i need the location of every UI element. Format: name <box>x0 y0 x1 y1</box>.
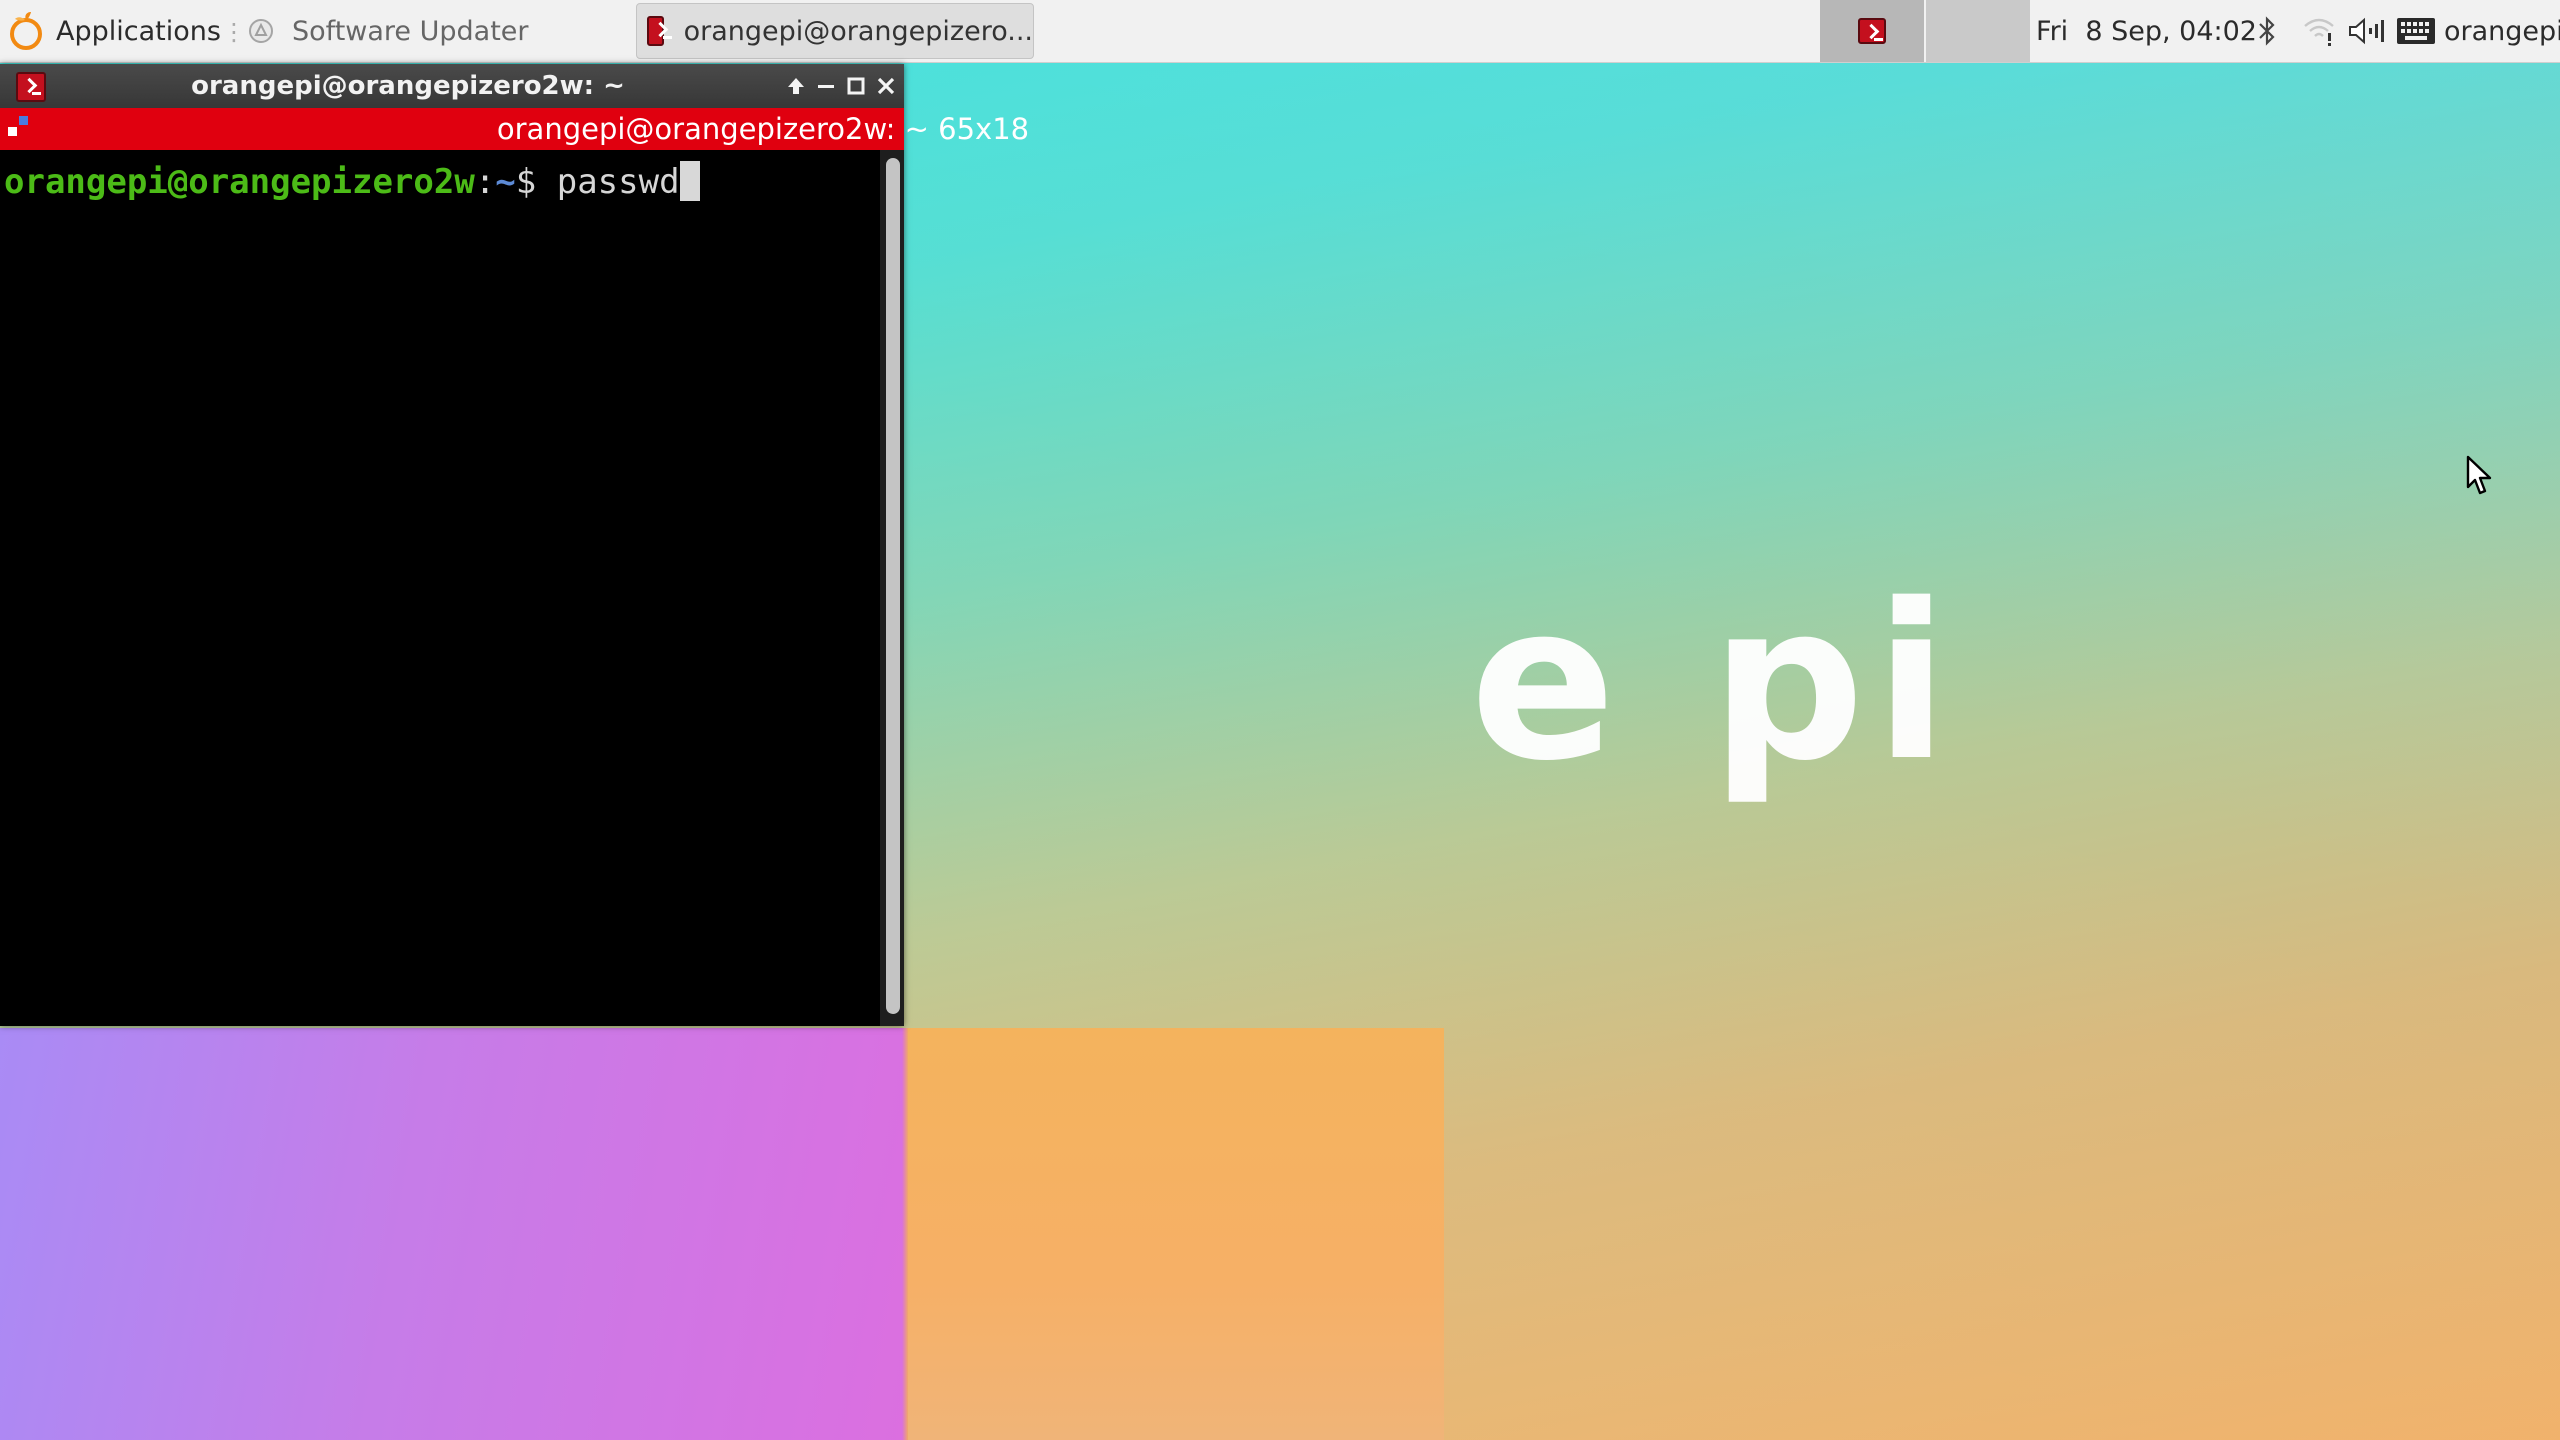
bluetooth-icon[interactable] <box>2256 0 2278 62</box>
workspace-switcher-1[interactable] <box>1820 0 1924 62</box>
terminal-icon <box>647 16 672 46</box>
window-titlebar[interactable]: orangepi@orangepizero2w: ~ <box>0 64 904 108</box>
volume-icon[interactable] <box>2346 0 2386 62</box>
orange-logo-icon <box>10 12 42 50</box>
taskbar-item-label: orangepi@orangepizero... <box>683 15 1033 47</box>
mouse-pointer-icon <box>2466 455 2492 495</box>
terminal-icon <box>1858 18 1886 44</box>
close-icon <box>877 77 895 95</box>
prompt-symbol: $ <box>515 162 557 202</box>
typed-command: passwd <box>556 162 680 202</box>
maximize-icon <box>847 77 865 95</box>
arrow-up-icon <box>788 78 804 94</box>
wifi-icon[interactable] <box>2302 0 2336 62</box>
terminal-header-text: orangepi@orangepizero2w: ~ 65x18 <box>496 112 1030 146</box>
software-updater-icon <box>249 19 273 43</box>
wallpaper-orange-band <box>904 1028 1444 1440</box>
text-cursor <box>679 161 700 201</box>
scrollbar-thumb[interactable] <box>886 158 900 1014</box>
panel-clock[interactable]: Fri 8 Sep, 04:02 <box>2034 0 2257 62</box>
prompt-colon: : <box>474 162 496 202</box>
taskbar-item-terminal[interactable]: orangepi@orangepizero... <box>636 3 1034 59</box>
wallpaper-seam <box>902 1028 908 1440</box>
terminal-output[interactable]: orangepi@orangepizero2w:~$ passwd <box>0 150 880 1020</box>
wallpaper-logo-text: e pi <box>1470 557 1959 808</box>
taskbar-item-software-updater[interactable]: Software Updater <box>238 0 630 62</box>
minimize-icon <box>818 85 834 88</box>
workspace-switcher-2[interactable] <box>1926 0 2030 62</box>
top-panel: Applications ⋮ Software Updater orangepi… <box>0 0 2560 63</box>
prompt-path: ~ <box>495 162 516 202</box>
applications-label: Applications <box>56 15 221 47</box>
prompt-user: orangepi@orangepizero2w <box>4 162 475 202</box>
terminal-scrollbar[interactable] <box>880 150 904 1026</box>
wallpaper-purple-band <box>0 1028 904 1440</box>
terminal-header-bar: orangepi@orangepizero2w: ~ 65x18 <box>0 108 1029 150</box>
user-menu-button[interactable]: orangepi <box>2444 0 2560 62</box>
terminal-window[interactable]: orangepi@orangepizero2w: ~ orangepi@oran… <box>0 64 1029 1026</box>
window-title: orangepi@orangepizero2w: ~ <box>191 71 625 101</box>
applications-menu-button[interactable]: Applications <box>0 0 230 62</box>
prompt-line: orangepi@orangepizero2w:~$ passwd <box>4 160 700 204</box>
taskbar-item-label: Software Updater <box>292 15 529 47</box>
close-button[interactable] <box>866 64 906 108</box>
keyboard-icon[interactable] <box>2396 0 2436 62</box>
